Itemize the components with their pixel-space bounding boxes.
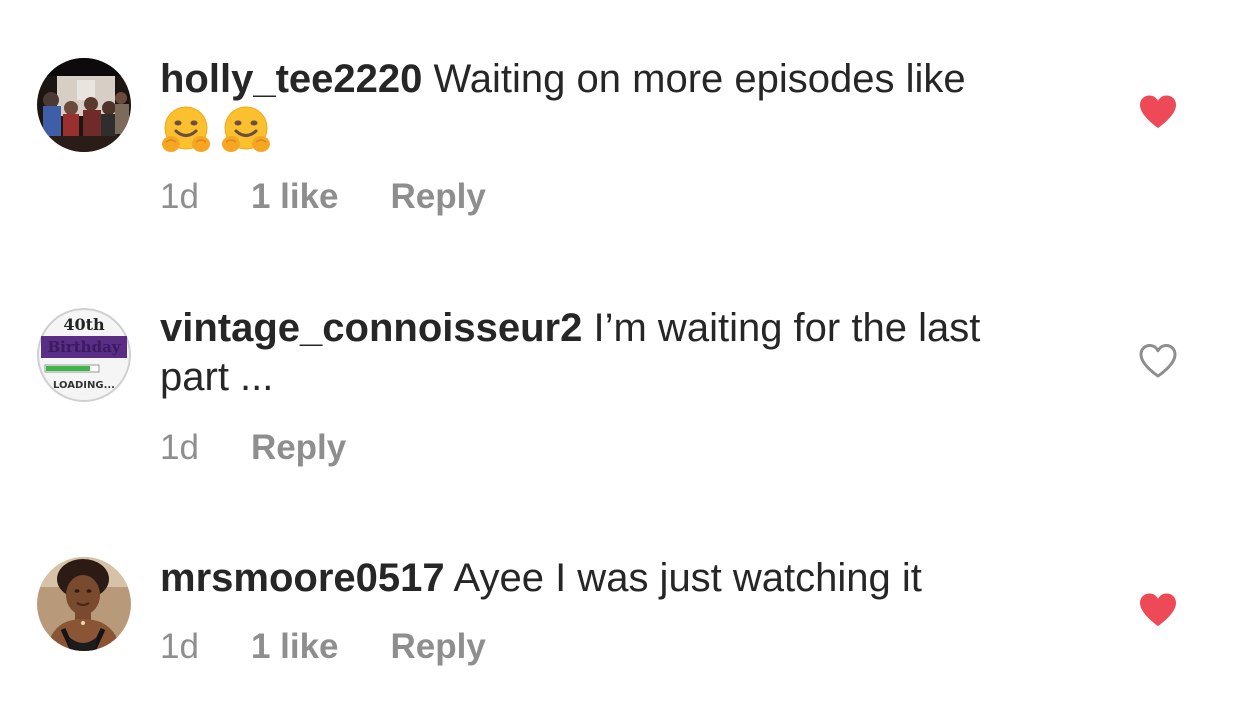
comment-item: mrsmoore0517 Ayee I was just watching it… [0,490,1242,713]
avatar[interactable]: 40th Birthday LOADING... [37,308,131,402]
avatar-photo [37,58,131,152]
comment-text: vintage_connoisseur2 I’m waiting for the… [160,304,1050,402]
reply-button[interactable]: Reply [251,428,346,468]
timestamp: 1d [160,177,199,216]
heart-icon[interactable] [1138,94,1178,130]
timestamp: 1d [160,627,199,666]
heart-outline-icon[interactable] [1138,343,1178,379]
comment-meta: 1d Reply [160,428,346,468]
comment-message: Waiting on more episodes like [433,57,966,101]
avatar-text-40th: 40th [63,315,105,334]
comment-text: mrsmoore0517 Ayee I was just watching it [160,554,1060,603]
comment-body: mrsmoore0517 Ayee I was just watching it… [160,554,1060,666]
avatar-birthday-loading: 40th Birthday LOADING... [37,308,131,402]
comment-item: holly_tee2220 Waiting on more episodes l… [0,0,1242,240]
username-link[interactable]: holly_tee2220 [160,57,422,101]
likes-count[interactable]: 1 like [251,177,339,217]
timestamp: 1d [160,428,199,467]
comment-body: vintage_connoisseur2 I’m waiting for the… [160,304,1060,467]
avatar[interactable] [37,557,131,651]
reply-button[interactable]: Reply [391,177,486,217]
likes-count[interactable]: 1 like [251,627,339,667]
avatar-text-loading: LOADING... [53,380,115,391]
emoji-row [160,104,1060,156]
hugging-face-emoji [162,106,210,152]
avatar-photo [37,557,131,651]
comment-meta: 1d 1 like Reply [160,177,486,217]
comment-meta: 1d 1 like Reply [160,627,486,667]
avatar-text-birthday: Birthday [47,338,121,356]
comment-text: holly_tee2220 Waiting on more episodes l… [160,55,1060,104]
reply-button[interactable]: Reply [391,627,486,667]
comment-message: Ayee I was just watching it [453,556,922,600]
username-link[interactable]: mrsmoore0517 [160,556,445,600]
heart-icon[interactable] [1138,592,1178,628]
comment-item: 40th Birthday LOADING... vintage_connois… [0,240,1242,490]
hugging-face-emoji [222,106,270,152]
comment-body: holly_tee2220 Waiting on more episodes l… [160,55,1060,216]
avatar[interactable] [37,58,131,152]
username-link[interactable]: vintage_connoisseur2 [160,306,582,350]
